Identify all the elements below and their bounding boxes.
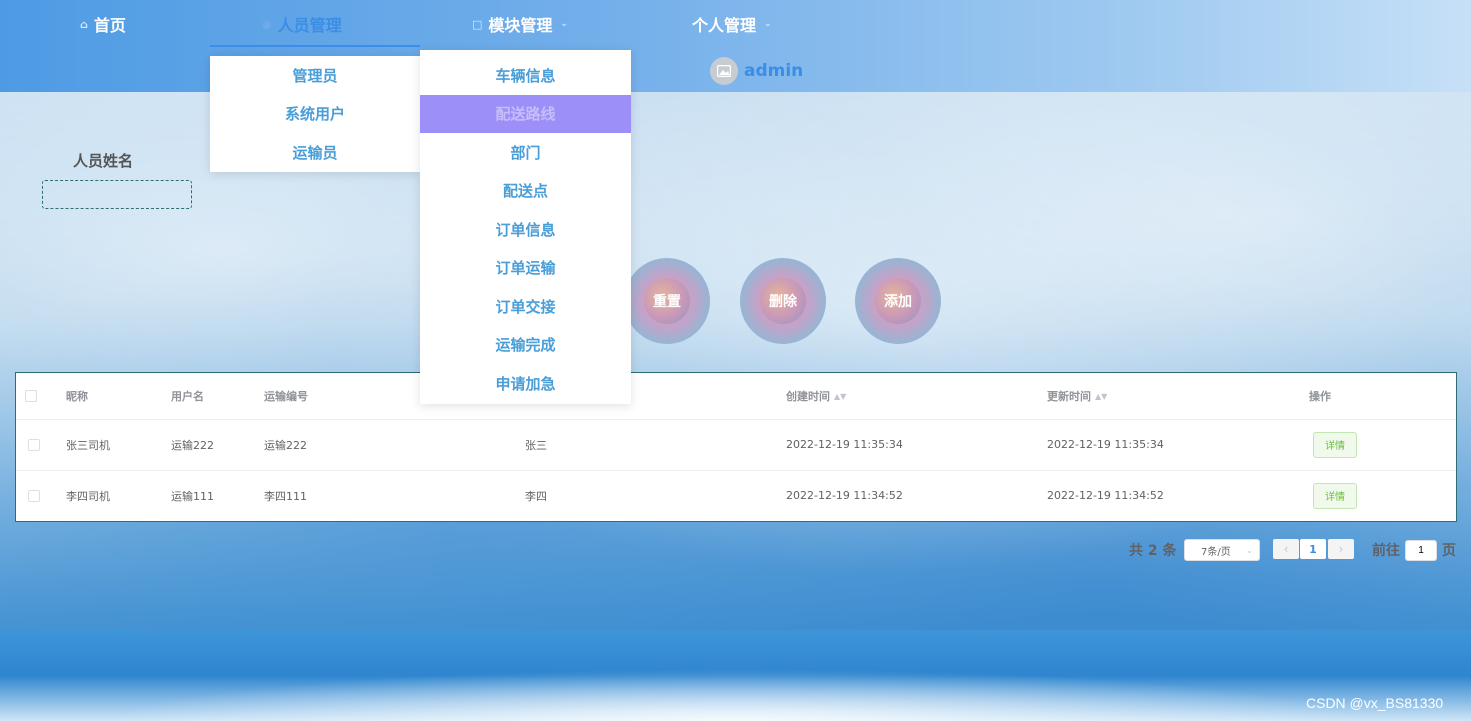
cell-updated: 2022-12-19 11:35:34 bbox=[1047, 438, 1164, 451]
image-icon bbox=[717, 65, 731, 77]
delete-button[interactable]: 删除 bbox=[740, 258, 826, 344]
cell-nickname: 张三司机 bbox=[66, 438, 110, 452]
nav-personnel-label: 人员管理 bbox=[277, 16, 342, 35]
header-created-label: 创建时间 bbox=[786, 390, 830, 403]
nav-personal-label: 个人管理 bbox=[692, 16, 757, 35]
reset-button[interactable]: 重置 bbox=[624, 258, 710, 344]
cell-name: 张三 bbox=[525, 438, 547, 452]
nav-personnel[interactable]: ● 人员管理 ⌄ bbox=[262, 0, 357, 48]
page-number-1[interactable]: 1 bbox=[1300, 539, 1326, 559]
user-menu[interactable]: admin bbox=[710, 57, 803, 85]
chevron-down-icon: ⌄ bbox=[349, 19, 358, 29]
menu-item-transport-done[interactable]: 运输完成 bbox=[420, 326, 631, 365]
module-dropdown: 车辆信息 配送路线 部门 配送点 订单信息 订单运输 订单交接 运输完成 申请加… bbox=[420, 50, 631, 404]
cell-created: 2022-12-19 11:35:34 bbox=[786, 438, 903, 451]
row-checkbox[interactable] bbox=[28, 438, 40, 451]
menu-item-delivery-point[interactable]: 配送点 bbox=[420, 172, 631, 211]
table-row: 张三司机 运输222 运输222 张三 2022-12-19 11:35:34 … bbox=[16, 419, 1456, 471]
active-tab-indicator bbox=[210, 45, 420, 47]
select-all-checkbox[interactable] bbox=[25, 390, 37, 402]
avatar bbox=[710, 57, 738, 85]
menu-item-order-transport[interactable]: 订单运输 bbox=[420, 249, 631, 288]
module-icon: □ bbox=[472, 17, 483, 31]
user-icon: ● bbox=[262, 17, 272, 31]
table-header: 昵称 用户名 运输编号 创建时间 ▲▼ 更新时间 ▲▼ 操作 bbox=[16, 373, 1456, 420]
nav-home[interactable]: ⌂ 首页 bbox=[80, 0, 126, 48]
cell-username: 运输111 bbox=[171, 489, 214, 503]
pagination-total: 共 2 条 bbox=[1129, 543, 1177, 559]
chevron-left-icon: ‹ bbox=[1283, 542, 1289, 556]
header-updated-label: 更新时间 bbox=[1047, 390, 1091, 403]
nav-modules-label: 模块管理 bbox=[488, 16, 553, 35]
table-row: 李四司机 运输111 李四111 李四 2022-12-19 11:34:52 … bbox=[16, 470, 1456, 521]
add-button[interactable]: 添加 bbox=[855, 258, 941, 344]
data-table: 昵称 用户名 运输编号 创建时间 ▲▼ 更新时间 ▲▼ 操作 张三司机 运输22… bbox=[15, 372, 1457, 522]
cell-transport-no: 运输222 bbox=[264, 438, 307, 452]
cell-updated: 2022-12-19 11:34:52 bbox=[1047, 489, 1164, 502]
search-label: 人员姓名 bbox=[73, 152, 134, 170]
home-icon: ⌂ bbox=[80, 17, 88, 31]
chevron-down-icon: ⌄ bbox=[1246, 545, 1253, 555]
reset-button-label: 重置 bbox=[644, 278, 690, 324]
chevron-right-icon: › bbox=[1338, 542, 1344, 556]
cell-username: 运输222 bbox=[171, 438, 214, 452]
menu-item-transporter[interactable]: 运输员 bbox=[210, 133, 420, 172]
sort-icon[interactable]: ▲▼ bbox=[834, 392, 846, 401]
header-updated[interactable]: 更新时间 ▲▼ bbox=[1047, 373, 1107, 419]
personnel-dropdown: 管理员 系统用户 运输员 bbox=[210, 56, 420, 172]
page-suffix: 页 bbox=[1442, 543, 1456, 559]
cell-nickname: 李四司机 bbox=[66, 489, 110, 503]
menu-item-vehicle[interactable]: 车辆信息 bbox=[420, 56, 631, 95]
header-action: 操作 bbox=[1309, 390, 1331, 403]
menu-item-urgent-request[interactable]: 申请加急 bbox=[420, 364, 631, 403]
chevron-down-icon: ⌄ bbox=[764, 19, 772, 29]
goto-page-input[interactable] bbox=[1405, 540, 1437, 561]
background-footer bbox=[0, 630, 1471, 721]
user-name: admin bbox=[744, 61, 804, 81]
cell-transport-no: 李四111 bbox=[264, 489, 307, 503]
name-search-input[interactable] bbox=[42, 180, 192, 209]
row-checkbox[interactable] bbox=[28, 489, 40, 502]
detail-button[interactable]: 详情 bbox=[1313, 482, 1357, 509]
goto-label: 前往 bbox=[1372, 543, 1400, 559]
menu-item-system-user[interactable]: 系统用户 bbox=[210, 95, 420, 134]
page-size-value: 7条/页 bbox=[1201, 546, 1231, 558]
nav-home-label: 首页 bbox=[93, 16, 126, 35]
page-size-select[interactable]: 7条/页 ⌄ bbox=[1184, 539, 1260, 561]
menu-item-department[interactable]: 部门 bbox=[420, 133, 631, 172]
nav-modules[interactable]: □ 模块管理 ⌄ bbox=[472, 0, 568, 48]
menu-item-order-handover[interactable]: 订单交接 bbox=[420, 287, 631, 326]
nav-personal[interactable]: 个人管理 ⌄ bbox=[692, 0, 772, 48]
chevron-down-icon: ⌄ bbox=[560, 19, 568, 29]
detail-button[interactable]: 详情 bbox=[1313, 431, 1357, 458]
delete-button-label: 删除 bbox=[760, 278, 806, 324]
header-transport-no: 运输编号 bbox=[264, 390, 308, 403]
next-page-button[interactable]: › bbox=[1328, 539, 1354, 559]
cell-created: 2022-12-19 11:34:52 bbox=[786, 489, 903, 502]
header-nickname: 昵称 bbox=[66, 390, 88, 403]
menu-item-route[interactable]: 配送路线 bbox=[420, 94, 631, 133]
menu-item-admin[interactable]: 管理员 bbox=[210, 56, 420, 95]
menu-item-order-info[interactable]: 订单信息 bbox=[420, 210, 631, 249]
prev-page-button[interactable]: ‹ bbox=[1273, 539, 1299, 559]
header-created[interactable]: 创建时间 ▲▼ bbox=[786, 373, 846, 419]
watermark: CSDN @vx_BS81330 bbox=[1306, 695, 1444, 711]
cell-name: 李四 bbox=[525, 489, 547, 503]
add-button-label: 添加 bbox=[875, 278, 921, 324]
sort-icon[interactable]: ▲▼ bbox=[1095, 392, 1107, 401]
header-username: 用户名 bbox=[171, 390, 204, 403]
